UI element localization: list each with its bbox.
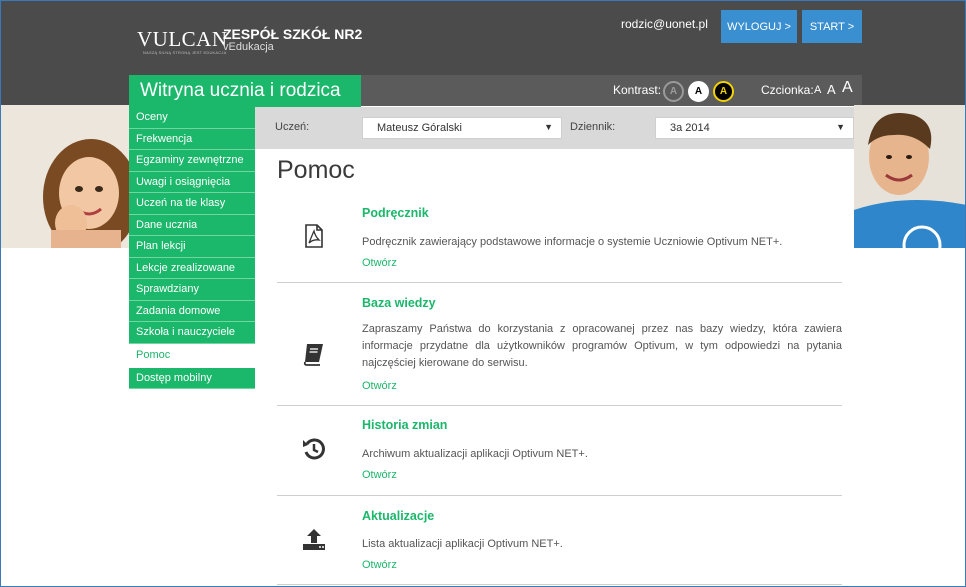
journal-select[interactable]: 3a 2014 ▼	[655, 117, 854, 139]
journal-select-value: 3a 2014	[670, 122, 710, 134]
help-item-title: Baza wiedzy	[362, 296, 436, 310]
contrast-normal-button[interactable]: A	[663, 81, 684, 102]
help-item-title: Aktualizacje	[362, 509, 435, 523]
start-button[interactable]: START >	[802, 10, 862, 43]
sidebar-item-dane-ucznia[interactable]: Dane ucznia	[129, 214, 255, 236]
page-title: Pomoc	[277, 156, 355, 184]
font-size-large-button[interactable]: A	[842, 79, 853, 97]
boy-photo-illustration	[854, 105, 965, 248]
logout-button[interactable]: WYLOGUJ >	[721, 10, 797, 43]
help-item-baza-wiedzy: Baza wiedzy Zapraszamy Państwa do korzys…	[277, 283, 842, 406]
sidebar-item-pomoc[interactable]: Pomoc	[129, 343, 255, 368]
sidebar-item-egzaminy[interactable]: Egzaminy zewnętrzne	[129, 150, 255, 172]
filter-bar: Uczeń: Mateusz Góralski ▼ Dziennik: 3a 2…	[255, 107, 854, 149]
font-size-small-button[interactable]: A	[814, 84, 821, 96]
sidebar-item-plan-lekcji[interactable]: Plan lekcji	[129, 236, 255, 258]
history-icon	[301, 436, 327, 462]
dropdown-arrow-icon: ▼	[544, 122, 553, 132]
contrast-yellow-button[interactable]: A	[713, 81, 734, 102]
open-link[interactable]: Otwórz	[362, 469, 397, 481]
student-select-value: Mateusz Góralski	[377, 122, 462, 134]
help-item-description: Zapraszamy Państwa do korzystania z opra…	[362, 323, 842, 369]
student-photo-right	[854, 105, 965, 248]
sidebar-item-uczen-na-tle-klasy[interactable]: Uczeń na tle klasy	[129, 193, 255, 215]
student-label: Uczeń:	[275, 121, 310, 133]
help-item-title: Historia zmian	[362, 418, 448, 432]
sidebar-nav: Oceny Frekwencja Egzaminy zewnętrzne Uwa…	[129, 107, 255, 389]
help-item-description: Archiwum aktualizacji aplikacji Optivum …	[362, 448, 588, 460]
help-item-description: Podręcznik zawierający podstawowe inform…	[362, 236, 783, 248]
vulcan-logo: VULCAN	[137, 27, 228, 51]
help-item-description: Lista aktualizacji aplikacji Optivum NET…	[362, 538, 563, 550]
sidebar-item-sprawdziany[interactable]: Sprawdziany	[129, 279, 255, 301]
dropdown-arrow-icon: ▼	[836, 122, 845, 132]
app-window: VULCAN NASZĄ SILNĄ STRONĄ JEST EDUKACJA …	[0, 0, 966, 587]
journal-label: Dziennik:	[570, 121, 616, 133]
contrast-high-button[interactable]: A	[688, 81, 709, 102]
girl-photo-illustration	[1, 105, 129, 248]
open-link[interactable]: Otwórz	[362, 380, 397, 392]
sidebar-item-dostep-mobilny[interactable]: Dostęp mobilny	[129, 367, 255, 389]
user-email: rodzic@uonet.pl	[621, 17, 708, 31]
pdf-document-icon	[301, 223, 327, 249]
help-item-aktualizacje: Aktualizacje Lista aktualizacji aplikacj…	[277, 496, 842, 585]
sidebar-item-oceny[interactable]: Oceny	[129, 107, 255, 129]
open-link[interactable]: Otwórz	[362, 257, 397, 269]
font-size-medium-button[interactable]: A	[827, 82, 836, 97]
font-size-label: Czcionka:	[761, 83, 814, 97]
school-name: ZESPÓŁ SZKÓŁ NR2	[223, 26, 363, 42]
help-item-historia-zmian: Historia zmian Archiwum aktualizacji apl…	[277, 406, 842, 496]
sidebar-item-zadania-domowe[interactable]: Zadania domowe	[129, 300, 255, 322]
sidebar-item-uwagi[interactable]: Uwagi i osiągnięcia	[129, 171, 255, 193]
student-select[interactable]: Mateusz Góralski ▼	[362, 117, 562, 139]
contrast-label: Kontrast:	[613, 83, 662, 97]
book-icon	[301, 341, 327, 367]
sidebar-item-lekcje-zrealizowane[interactable]: Lekcje zrealizowane	[129, 257, 255, 279]
site-title: Witryna ucznia i rodzica	[129, 75, 361, 107]
help-item-title: Podręcznik	[362, 206, 429, 220]
open-link[interactable]: Otwórz	[362, 559, 397, 571]
sidebar-item-frekwencja[interactable]: Frekwencja	[129, 128, 255, 150]
help-item-podrecznik: Podręcznik Podręcznik zawierający podsta…	[277, 201, 842, 283]
upload-icon	[301, 526, 327, 552]
vulcan-logo-tagline: NASZĄ SILNĄ STRONĄ JEST EDUKACJA	[143, 50, 227, 55]
school-subtitle: vEdukacja	[223, 41, 274, 53]
sidebar-item-szkola-i-nauczyciele[interactable]: Szkoła i nauczyciele	[129, 322, 255, 344]
student-photo-left	[1, 105, 129, 248]
